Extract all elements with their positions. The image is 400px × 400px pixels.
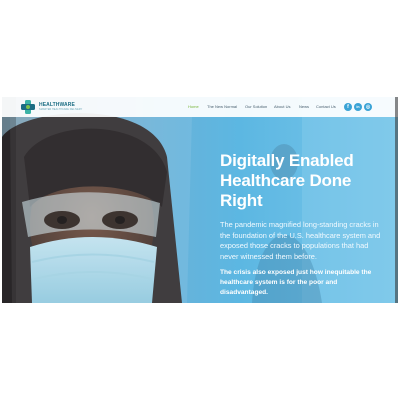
nav-about-us[interactable]: About Us bbox=[274, 104, 290, 110]
instagram-icon[interactable]: ◎ bbox=[364, 103, 372, 111]
nav-news[interactable]: News bbox=[299, 104, 309, 110]
social-links: f in ◎ bbox=[344, 103, 372, 111]
page-scrollbar[interactable] bbox=[395, 97, 398, 303]
hero-paragraph-2: The crisis also exposed just how inequit… bbox=[220, 269, 372, 296]
linkedin-icon[interactable]: in bbox=[354, 103, 362, 111]
facebook-icon[interactable]: f bbox=[344, 103, 352, 111]
healthware-logo-icon bbox=[21, 100, 35, 114]
hero-title: Digitally Enabled Healthcare Done Right bbox=[220, 151, 354, 210]
brand-logo[interactable]: HEALTHWARE SMARTER HEALTHCARE DELIVERY bbox=[19, 100, 82, 114]
browser-canvas: HEALTHWARE SMARTER HEALTHCARE DELIVERY H… bbox=[0, 0, 400, 400]
brand-tagline: SMARTER HEALTHCARE DELIVERY bbox=[39, 107, 83, 111]
nav-home[interactable]: Home bbox=[188, 104, 199, 110]
site-header: HEALTHWARE SMARTER HEALTHCARE DELIVERY H… bbox=[2, 97, 398, 117]
hero-paragraph-1: The pandemic magnified long-standing cra… bbox=[220, 220, 381, 261]
nav-our-solution[interactable]: Our Solution bbox=[245, 104, 267, 110]
nav-contact-us[interactable]: Contact Us bbox=[316, 104, 336, 110]
nav-the-new-normal[interactable]: The New Normal bbox=[207, 104, 237, 110]
